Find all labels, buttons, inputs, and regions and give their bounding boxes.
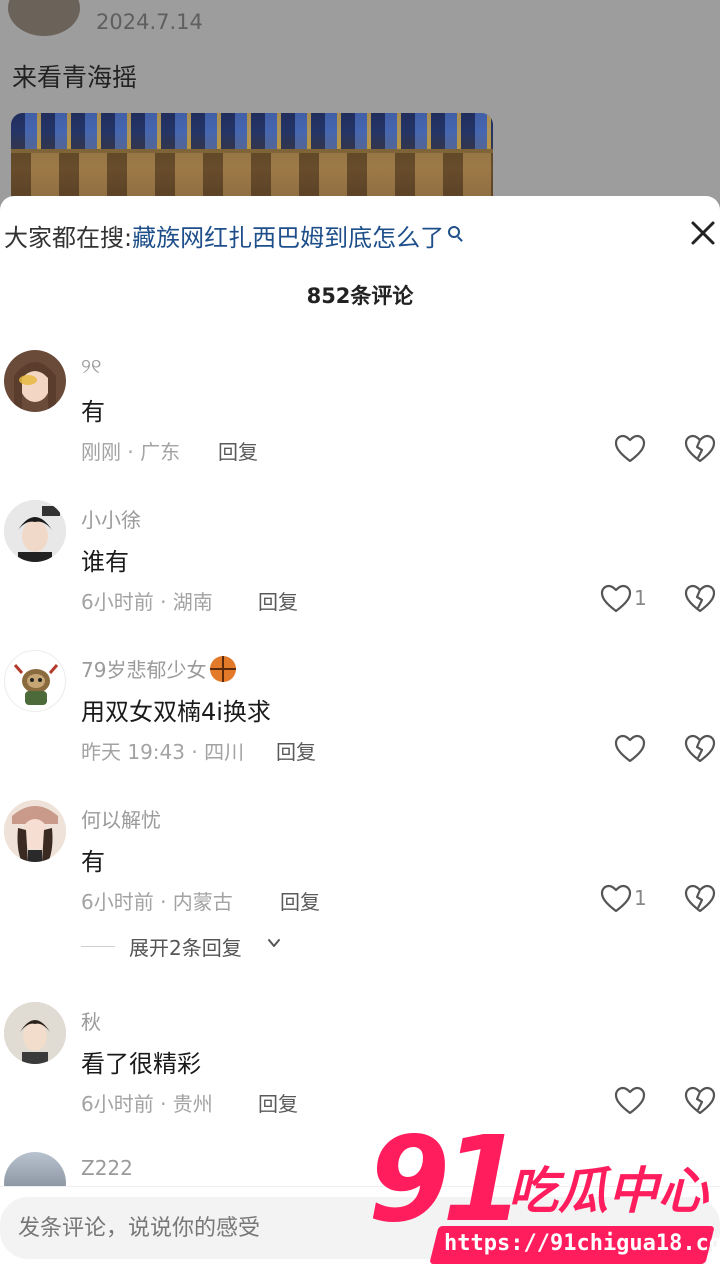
comment-meta: 刚刚 · 广东: [81, 440, 181, 464]
like-button[interactable]: [614, 734, 674, 766]
avatar-portrait-icon: [4, 1002, 66, 1064]
avatar-portrait-icon: [14, 362, 56, 410]
background-post: 2024.7.14 来看青海摇: [0, 0, 720, 213]
comment-username[interactable]: 何以解忧: [81, 804, 161, 833]
expand-divider: [81, 946, 115, 947]
comment-meta: 昨天 19:43 · 四川: [81, 740, 245, 764]
comment-count-title: 852条评论: [306, 284, 414, 308]
post-date: 2024.7.14: [96, 10, 203, 34]
broken-heart-icon[interactable]: [684, 584, 716, 614]
comment-item: ୨୧ 有 刚刚 · 广东 回复: [0, 350, 720, 500]
comment-input[interactable]: [0, 1197, 720, 1259]
like-button[interactable]: [614, 1086, 674, 1118]
avatar-portrait-icon: [4, 800, 66, 862]
avatar[interactable]: [4, 1002, 66, 1064]
comment-input-bar: [0, 1186, 720, 1280]
basketball-icon: [210, 656, 237, 682]
heart-icon: [614, 1086, 646, 1115]
avatar-portrait-icon: [4, 500, 66, 562]
broken-heart-icon[interactable]: [684, 734, 716, 764]
comment-username[interactable]: Z222: [81, 1156, 133, 1180]
comment-text: 谁有: [81, 548, 129, 576]
comment-text: 有: [81, 848, 105, 876]
comment-meta: 6小时前 · 内蒙古: [81, 890, 233, 914]
comment-item: 秋 看了很精彩 6小时前 · 贵州 回复: [0, 1002, 720, 1152]
comment-item: 何以解忧 有 6小时前 · 内蒙古 回复 1: [0, 800, 720, 950]
avatar[interactable]: [4, 650, 66, 712]
reply-button[interactable]: 回复: [258, 1088, 298, 1117]
chevron-down-icon: [268, 939, 280, 947]
like-button[interactable]: 1: [600, 584, 660, 616]
reply-button[interactable]: 回复: [280, 886, 320, 915]
comment-item: 小小徐 谁有 6小时前 · 湖南 回复 1: [0, 500, 720, 650]
like-count: 1: [634, 586, 647, 610]
comment-meta: 6小时前 · 湖南: [81, 590, 213, 614]
comment-username-text: 79岁悲郁少女: [81, 658, 207, 682]
comment-username[interactable]: ୨୧: [81, 354, 101, 378]
comment-username[interactable]: 小小徐: [81, 504, 141, 533]
broken-heart-icon[interactable]: [684, 1086, 716, 1116]
post-text: 来看青海摇: [12, 63, 138, 92]
reply-button[interactable]: 回复: [218, 436, 258, 465]
heart-icon: [614, 434, 646, 463]
comment-username[interactable]: 秋: [81, 1006, 101, 1035]
avatar[interactable]: [4, 500, 66, 562]
comment-sheet: 大家都在搜:藏族网红扎西巴姆到底怎么了 852条评论 ୨୧ 有 刚刚 · 广东 …: [0, 196, 720, 1280]
comment-meta: 6小时前 · 贵州: [81, 1092, 213, 1116]
reply-button[interactable]: 回复: [276, 736, 316, 765]
search-suggestion-link[interactable]: 藏族网红扎西巴姆到底怎么了: [132, 224, 444, 252]
comment-text: 有: [81, 398, 105, 426]
broken-heart-icon[interactable]: [684, 434, 716, 464]
broken-heart-icon[interactable]: [684, 884, 716, 914]
comment-text: 用双女双楠4i换求: [81, 698, 271, 726]
reply-button[interactable]: 回复: [258, 586, 298, 615]
like-count: 1: [634, 886, 647, 910]
avatar[interactable]: [4, 800, 66, 862]
post-author-avatar: [8, 0, 80, 36]
heart-icon: [600, 584, 632, 613]
comment-text: 看了很精彩: [81, 1050, 201, 1078]
search-suggestion-prefix: 大家都在搜:: [4, 224, 133, 252]
avatar-cartoon-icon: [13, 664, 59, 705]
heart-icon: [600, 884, 632, 913]
comment-item: 79岁悲郁少女 用双女双楠4i换求 昨天 19:43 · 四川 回复: [0, 650, 720, 800]
avatar[interactable]: [4, 350, 66, 412]
comment-username[interactable]: 79岁悲郁少女: [81, 654, 237, 683]
heart-icon: [614, 734, 646, 763]
search-icon: [448, 226, 461, 238]
like-button[interactable]: [614, 434, 674, 466]
like-button[interactable]: 1: [600, 884, 660, 916]
close-icon[interactable]: [686, 216, 720, 250]
search-suggestion[interactable]: 大家都在搜:藏族网红扎西巴姆到底怎么了: [4, 218, 461, 253]
expand-replies-label: 展开2条回复: [129, 936, 242, 960]
